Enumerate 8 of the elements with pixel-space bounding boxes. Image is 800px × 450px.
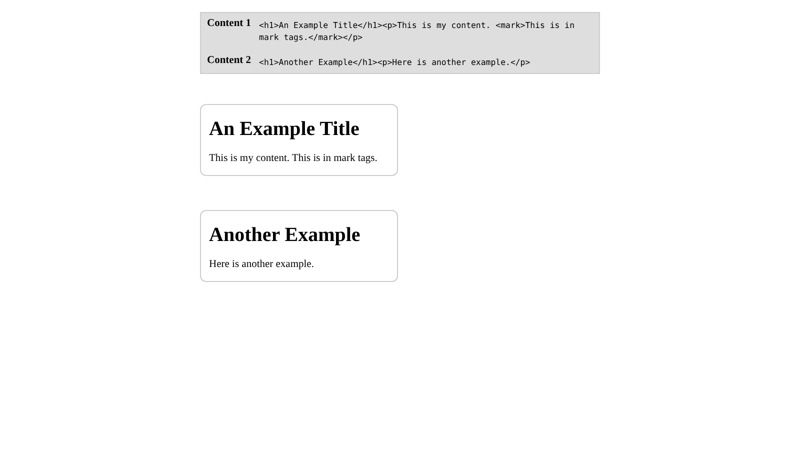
source-label: Content 1	[207, 18, 252, 30]
source-code: <h1>Another Example</h1><p>Here is another example.</p>	[259, 56, 530, 68]
source-code: <h1>An Example Title</h1><p>This is my content. <mark>This is in mark tags.</mark></p>	[259, 19, 576, 43]
source-label: Content 2	[207, 55, 252, 67]
card-text: Here is another example.	[209, 258, 314, 271]
card-title: An Example Title	[209, 117, 360, 141]
card-title: Another Example	[209, 223, 360, 247]
card-text: This is my content. This is in mark tags.	[209, 152, 378, 165]
